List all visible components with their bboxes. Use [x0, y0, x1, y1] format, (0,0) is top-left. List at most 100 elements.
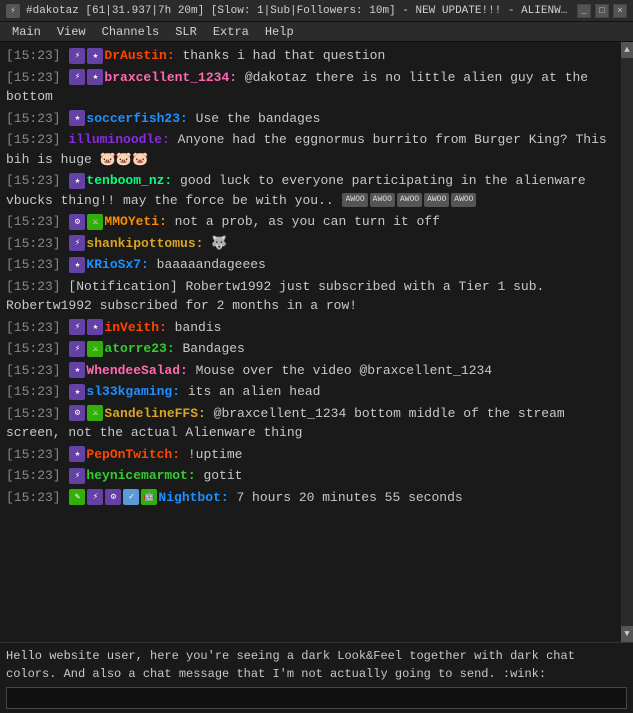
chat-line: [15:23] [Notification] Robertw1992 just … [6, 277, 615, 316]
timestamp: [15:23] [6, 279, 68, 294]
awoo-emote: AWOO [370, 193, 395, 207]
badge-mod: ⚔ [87, 214, 103, 230]
timestamp: [15:23] [6, 48, 68, 63]
awoo-emote: AWOO [397, 193, 422, 207]
timestamp: [15:23] [6, 236, 68, 251]
username: SandelineFFS: [104, 406, 205, 421]
badge-gear: ⚙ [69, 214, 85, 230]
message-text: not a prob, as you can turn it off [167, 214, 440, 229]
awoo-emote: AWOO [342, 193, 367, 207]
chat-line: [15:23] ⚙⚔MMOYeti: not a prob, as you ca… [6, 212, 615, 232]
badge-sub: ★ [87, 48, 103, 64]
timestamp: [15:23] [6, 257, 68, 272]
message-text: bandis [167, 320, 222, 335]
badge-sub: ★ [69, 173, 85, 189]
message-text: thanks i had that question [175, 48, 386, 63]
timestamp: [15:23] [6, 468, 68, 483]
timestamp: [15:23] [6, 406, 68, 421]
username: illuminoodle: [68, 132, 169, 147]
menu-extra[interactable]: Extra [205, 22, 257, 41]
username: KRioSx7: [86, 257, 148, 272]
menu-slr[interactable]: SLR [167, 22, 205, 41]
website-message: Hello website user, here you're seeing a… [6, 647, 627, 683]
timestamp: [15:23] [6, 214, 68, 229]
chat-line: [15:23] ⚡⚔atorre23: Bandages [6, 339, 615, 359]
username: sl33kgaming: [86, 384, 180, 399]
badge-turbo: ⚡ [69, 468, 85, 484]
timestamp: [15:23] [6, 363, 68, 378]
scroll-track [621, 58, 633, 626]
scroll-up-button[interactable]: ▲ [621, 42, 633, 58]
username: tenboom_nz: [86, 173, 172, 188]
chat-line: [15:23] ★soccerfish23: Use the bandages [6, 109, 615, 129]
timestamp: [15:23] [6, 341, 68, 356]
notification-text: [Notification] Robertw1992 just subscrib… [6, 279, 544, 314]
chat-line: [15:23] ⚙⚔SandelineFFS: @braxcellent_123… [6, 404, 615, 443]
username: PepOnTwitch: [86, 447, 180, 462]
timestamp: [15:23] [6, 384, 68, 399]
badge-turbo: ⚡ [69, 319, 85, 335]
username: soccerfish23: [86, 111, 187, 126]
badge-sub: ★ [69, 446, 85, 462]
username: inVeith: [104, 320, 166, 335]
timestamp: [15:23] [6, 70, 68, 85]
timestamp: [15:23] [6, 320, 68, 335]
chat-line: [15:23] ★KRioSx7: baaaaandageees [6, 255, 615, 275]
message-text: 🐺 [203, 236, 227, 251]
menu-view[interactable]: View [49, 22, 94, 41]
chat-container: [15:23] ⚡★DrAustin: thanks i had that qu… [0, 42, 633, 642]
badge-sub: ★ [87, 319, 103, 335]
timestamp: [15:23] [6, 111, 68, 126]
timestamp: [15:23] [6, 173, 68, 188]
badge-sub: ★ [69, 384, 85, 400]
message-text: its an alien head [180, 384, 320, 399]
menu-bar: Main View Channels SLR Extra Help [0, 22, 633, 42]
chat-messages[interactable]: [15:23] ⚡★DrAustin: thanks i had that qu… [0, 42, 621, 642]
badge-turbo: ⚡ [69, 341, 85, 357]
username: braxcellent_1234: [104, 70, 237, 85]
chat-line: [15:23] ⚡heynicemarmot: gotit [6, 466, 615, 486]
chat-line: [15:23] ★tenboom_nz: good luck to everyo… [6, 171, 615, 210]
input-row [6, 687, 627, 709]
timestamp: [15:23] [6, 490, 68, 505]
timestamp: [15:23] [6, 447, 68, 462]
menu-channels[interactable]: Channels [94, 22, 168, 41]
badge-gear: ⚙ [105, 489, 121, 505]
maximize-button[interactable]: □ [595, 4, 609, 18]
username: DrAustin: [104, 48, 174, 63]
username: WhendeeSalad: [86, 363, 187, 378]
input-area: Hello website user, here you're seeing a… [0, 642, 633, 713]
minimize-button[interactable]: _ [577, 4, 591, 18]
badge-mod: ⚔ [87, 341, 103, 357]
username: Nightbot: [158, 490, 228, 505]
menu-main[interactable]: Main [4, 22, 49, 41]
badge-verified: ✓ [123, 489, 139, 505]
chat-line: [15:23] ⚡★inVeith: bandis [6, 318, 615, 338]
title-bar: ⚡ #dakotaz [61|31.937|7h 20m] [Slow: 1|S… [0, 0, 633, 22]
app-icon: ⚡ [6, 4, 20, 18]
message-text: !uptime [180, 447, 242, 462]
chat-line: [15:23] ⚡shankipottomus: 🐺 [6, 234, 615, 254]
badge-edit: ✎ [69, 489, 85, 505]
chat-line: [15:23] ★PepOnTwitch: !uptime [6, 445, 615, 465]
badge-turbo: ⚡ [69, 235, 85, 251]
close-button[interactable]: × [613, 4, 627, 18]
badge-mod: ⚔ [87, 405, 103, 421]
message-text: Mouse over the video @braxcellent_1234 [188, 363, 492, 378]
scroll-down-button[interactable]: ▼ [621, 626, 633, 642]
menu-help[interactable]: Help [257, 22, 302, 41]
message-text: Use the bandages [188, 111, 321, 126]
username: atorre23: [104, 341, 174, 356]
badge-sub: ★ [69, 110, 85, 126]
message-text: 7 hours 20 minutes 55 seconds [229, 490, 463, 505]
awoo-emote: AWOO [451, 193, 476, 207]
chat-line: [15:23] ✎⚡⚙✓🤖Nightbot: 7 hours 20 minute… [6, 488, 615, 508]
username: shankipottomus: [86, 236, 203, 251]
message-text: Bandages [175, 341, 245, 356]
chat-line: [15:23] ★WhendeeSalad: Mouse over the vi… [6, 361, 615, 381]
badge-sub: ★ [69, 362, 85, 378]
username: MMOYeti: [104, 214, 166, 229]
chat-input[interactable] [6, 687, 627, 709]
scrollbar: ▲ ▼ [621, 42, 633, 642]
badge-turbo: ⚡ [87, 489, 103, 505]
